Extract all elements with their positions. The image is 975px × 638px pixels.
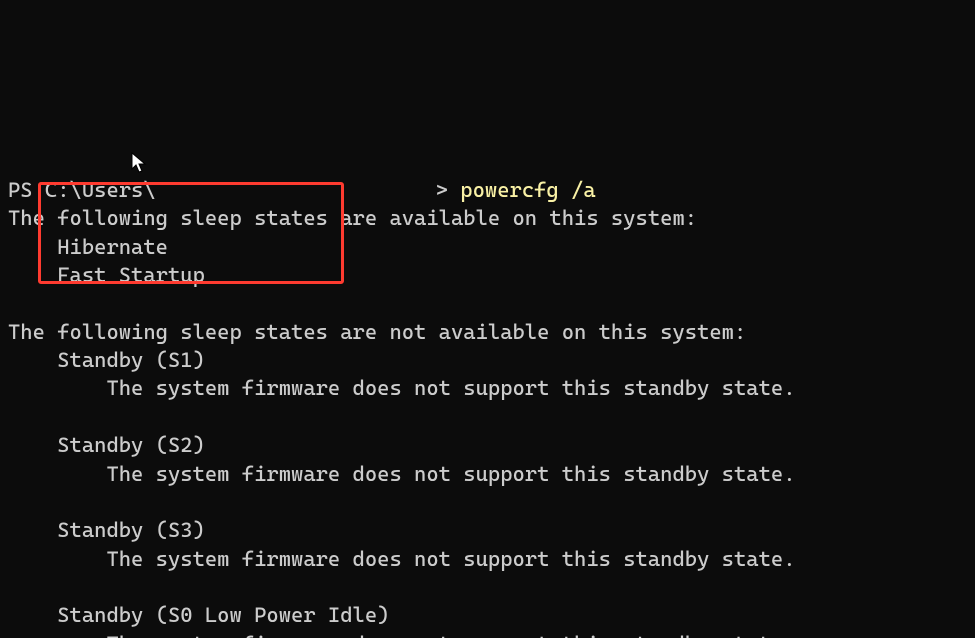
unavailable-state-reason: The system firmware does not support thi…	[106, 462, 795, 486]
unavailable-state-name: Standby (S0 Low Power Idle)	[57, 603, 389, 627]
unavailable-state-name: Standby (S2)	[57, 433, 205, 457]
available-state: Hibernate	[57, 235, 168, 259]
unavailable-state-reason: The system firmware does not support thi…	[106, 376, 795, 400]
unavailable-header: The following sleep states are not avail…	[8, 320, 746, 344]
prompt-shell: PS	[8, 178, 33, 202]
unavailable-state-name: Standby (S1)	[57, 348, 205, 372]
unavailable-state-reason: The system firmware does not support thi…	[106, 547, 795, 571]
mouse-cursor-icon	[131, 152, 147, 174]
available-header: The following sleep states are available…	[8, 206, 697, 230]
terminal-window[interactable]: PS C:\Users\ > powercfg /a The following …	[0, 142, 975, 638]
prompt-suffix: >	[436, 178, 448, 202]
available-state: Fast Startup	[57, 263, 205, 287]
unavailable-state-reason: The system firmware does not support thi…	[106, 632, 795, 638]
command-text: powercfg /a	[460, 178, 595, 202]
redacted-username	[156, 180, 436, 202]
prompt-path-prefix: C:\Users\	[45, 178, 156, 202]
unavailable-state-name: Standby (S3)	[57, 518, 205, 542]
